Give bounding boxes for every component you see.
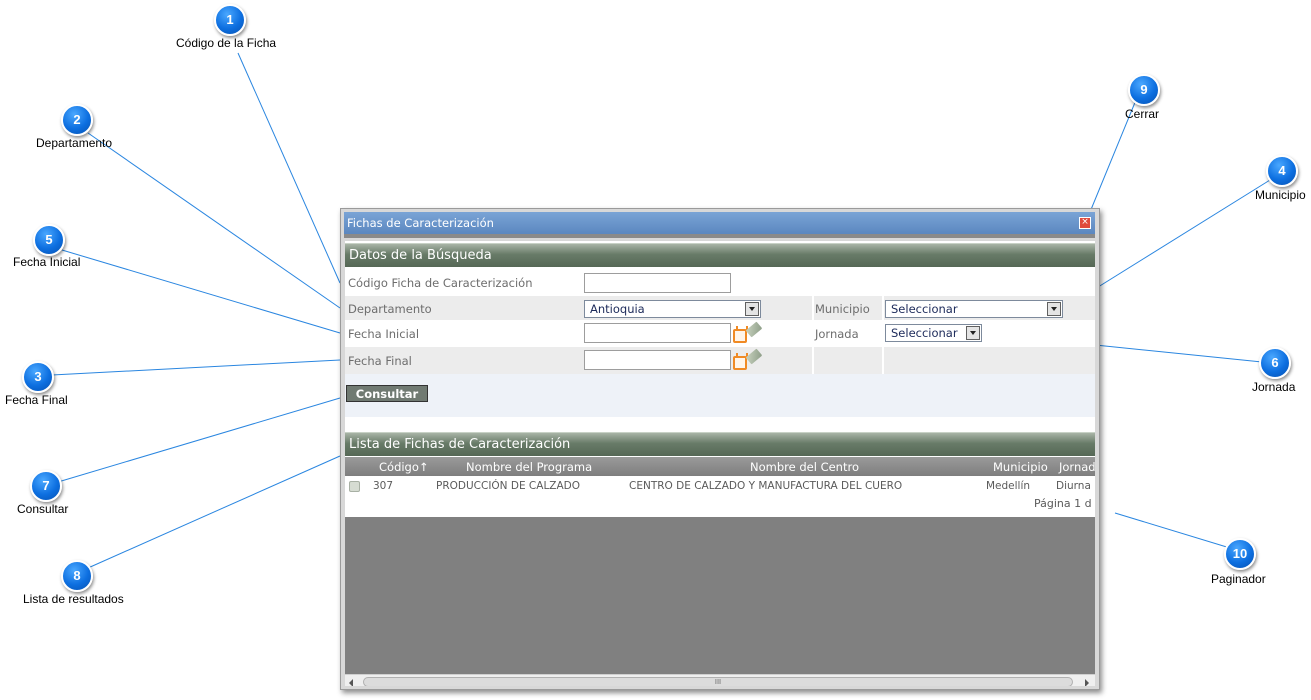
row-codigo: Código Ficha de Caracterización (345, 270, 1095, 296)
callout-label-lista: Lista de resultados (23, 592, 124, 606)
scroll-grip: III (714, 678, 722, 686)
scroll-right-icon[interactable] (1085, 679, 1089, 686)
callout-badge-1: 1 (214, 4, 246, 36)
results-body: 307 PRODUCCIÓN DE CALZADO CENTRO DE CALZ… (345, 476, 1095, 516)
actions-area (345, 374, 1095, 417)
row-select-icon[interactable] (349, 481, 360, 492)
callout-label-codigo: Código de la Ficha (176, 36, 277, 50)
jornada-select[interactable]: Seleccionar (885, 324, 982, 342)
search-section-header: Datos de la Búsqueda (345, 243, 1095, 267)
spacer (345, 417, 1095, 432)
search-section-title: Datos de la Búsqueda (349, 248, 492, 263)
dialog-titlebar[interactable]: Fichas de Caracterización × (344, 212, 1095, 234)
callout-label-fecha-inicial: Fecha Inicial (13, 255, 81, 269)
calendar-icon[interactable] (733, 353, 748, 370)
results-section-title: Lista de Fichas de Caracterización (349, 437, 571, 452)
dialog-title: Fichas de Caracterización (347, 216, 494, 230)
callout-label-municipio: Municipio (1255, 188, 1306, 202)
scroll-left-icon[interactable] (349, 679, 353, 686)
cell-codigo: 307 (373, 480, 394, 492)
row-departamento: Departamento Antioquia Municipio Selecci… (345, 296, 1095, 320)
callout-label-jornada: Jornada (1252, 380, 1296, 394)
callout-badge-6: 6 (1259, 347, 1291, 379)
departamento-label: Departamento (348, 302, 432, 316)
codigo-label: Código Ficha de Caracterización (348, 276, 533, 290)
callout-badge-7: 7 (30, 470, 62, 502)
callout-badge-4: 4 (1266, 155, 1298, 187)
cell-divider (812, 296, 814, 320)
callout-badge-2: 2 (61, 104, 93, 136)
municipio-select[interactable]: Seleccionar (885, 300, 1063, 318)
col-header-municipio[interactable]: Municipio (993, 460, 1048, 474)
callout-badge-3: 3 (22, 361, 54, 393)
col-header-centro[interactable]: Nombre del Centro (750, 460, 859, 474)
fecha-final-input[interactable] (584, 350, 731, 370)
fecha-inicial-label: Fecha Inicial (348, 327, 420, 341)
fecha-inicial-input[interactable] (584, 323, 731, 343)
departamento-value: Antioquia (590, 302, 645, 316)
fichas-dialog-window: Fichas de Caracterización × Datos de la … (340, 208, 1100, 690)
calendar-icon[interactable] (733, 326, 748, 343)
cell-centro: CENTRO DE CALZADO Y MANUFACTURA DEL CUER… (629, 480, 903, 492)
cell-divider (882, 347, 884, 374)
dialog-content: Datos de la Búsqueda Código Ficha de Car… (345, 241, 1095, 686)
scroll-thumb[interactable]: III (363, 677, 1073, 686)
col-header-jornada[interactable]: Jornad (1059, 460, 1095, 474)
col-header-programa[interactable]: Nombre del Programa (466, 460, 592, 474)
departamento-select[interactable]: Antioquia (584, 300, 761, 318)
chevron-down-icon[interactable] (966, 326, 980, 340)
callout-label-departamento: Departamento (36, 136, 113, 150)
clear-date-icon[interactable] (745, 348, 763, 365)
callout-badge-10: 10 (1224, 538, 1256, 570)
callout-label-paginador: Paginador (1211, 572, 1266, 586)
callout-label-cerrar: Cerrar (1125, 107, 1160, 121)
horizontal-scrollbar[interactable]: III (345, 674, 1095, 686)
cell-divider (882, 296, 884, 320)
cell-municipio: Medellín (986, 480, 1031, 492)
cell-divider (812, 347, 814, 374)
fecha-final-label: Fecha Final (348, 354, 412, 368)
close-icon[interactable]: × (1079, 217, 1091, 229)
callout-label-consultar: Consultar (17, 502, 69, 516)
results-table-header: Código↑ Nombre del Programa Nombre del C… (345, 457, 1095, 476)
paginator[interactable]: Página 1 d (1034, 497, 1092, 510)
col-header-codigo[interactable]: Código↑ (379, 460, 429, 474)
cell-programa: PRODUCCIÓN DE CALZADO (436, 480, 581, 492)
callout-label-fecha-final: Fecha Final (5, 393, 68, 407)
municipio-value: Seleccionar (891, 302, 958, 316)
empty-results-area (345, 517, 1095, 674)
callout-badge-8: 8 (61, 560, 93, 592)
table-row[interactable]: 307 PRODUCCIÓN DE CALZADO CENTRO DE CALZ… (345, 476, 1095, 496)
consultar-button[interactable]: Consultar (346, 385, 428, 402)
municipio-label: Municipio (815, 302, 870, 316)
jornada-value: Seleccionar (891, 326, 958, 340)
row-fecha-inicial: Fecha Inicial Jornada Seleccionar (345, 320, 1095, 347)
titlebar-divider (344, 234, 1095, 238)
chevron-down-icon[interactable] (1047, 302, 1061, 316)
clear-date-icon[interactable] (745, 321, 763, 338)
codigo-input[interactable] (584, 273, 731, 293)
cell-jornada: Diurna (1056, 480, 1091, 492)
results-section-header: Lista de Fichas de Caracterización (345, 432, 1095, 456)
row-fecha-final: Fecha Final (345, 347, 1095, 374)
jornada-label: Jornada (815, 327, 859, 341)
chevron-down-icon[interactable] (745, 302, 759, 316)
callout-badge-9: 9 (1128, 74, 1160, 106)
callout-badge-5: 5 (33, 224, 65, 256)
